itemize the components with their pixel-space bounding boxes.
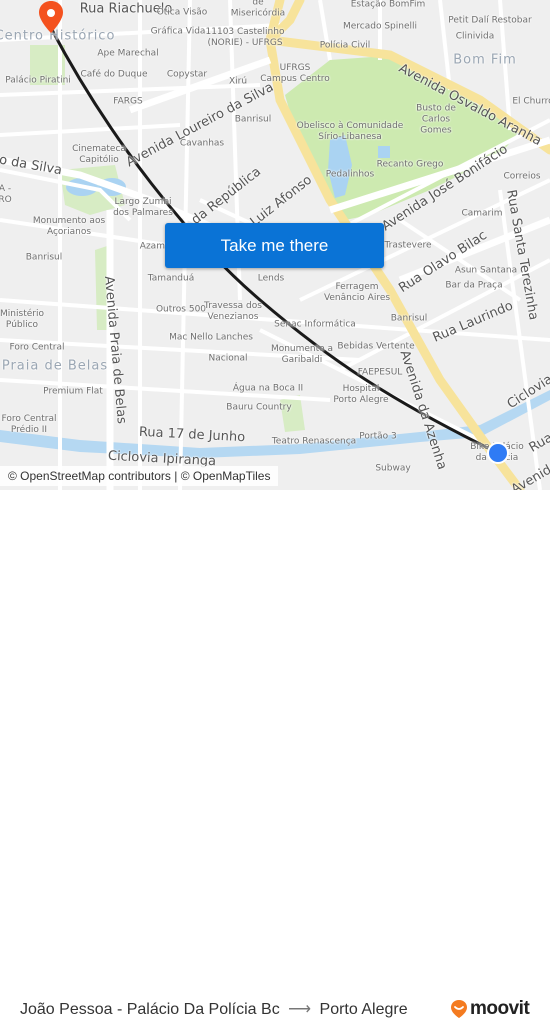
place-label: Cavanhas <box>179 138 225 149</box>
place-label: Ferragem Venâncio Aires <box>323 282 391 303</box>
place-label: Teatro Renascença <box>271 436 357 447</box>
place-label: FARGS <box>113 96 143 107</box>
place-label: Banrisul <box>390 313 428 324</box>
place-label: Mercado Spinelli <box>342 21 418 32</box>
map-view[interactable]: Rua Riachuelo Avenida Osvaldo Aranha Ave… <box>0 0 550 490</box>
place-label: Água na Boca II <box>232 383 304 394</box>
park-garibaldi <box>280 395 305 432</box>
place-label: Mac Nello Lanches <box>169 332 253 343</box>
route-origin: João Pessoa - Palácio Da Polícia Bc <box>20 1001 280 1018</box>
place-label: Lends <box>257 273 285 284</box>
route-destination: Porto Alegre <box>319 1001 408 1018</box>
district-label: Bom Fim <box>453 52 517 68</box>
destination-pin-icon[interactable] <box>38 0 64 34</box>
place-label: A - RO <box>0 184 12 205</box>
place-label: Recanto Grego <box>376 159 444 170</box>
place-label: FAEPESUL <box>357 367 403 378</box>
place-label: Obelisco à Comunidade Sírio-Libanesa <box>296 121 404 142</box>
place-label: Café do Duque <box>80 69 148 80</box>
place-label: UFRGS Campus Centro <box>260 63 330 84</box>
place-label: Monumento a Garibaldi <box>270 344 334 365</box>
route-title: João Pessoa - Palácio Da Polícia Bc ⟶ Po… <box>20 999 408 1019</box>
take-me-there-button[interactable]: Take me there <box>165 223 384 268</box>
place-label: Polícia Civil <box>319 40 371 51</box>
place-label: Tamanduá <box>147 273 195 284</box>
place-label: Banrisul <box>234 114 272 125</box>
origin-location-dot[interactable] <box>487 442 509 464</box>
place-label: Pedalinhos <box>325 169 375 180</box>
place-label: Palácio Piratini <box>5 75 71 86</box>
place-label: Bar da Praça <box>445 280 503 291</box>
place-label: Premium Flat <box>43 386 103 397</box>
place-label: Senac Informática <box>274 319 356 330</box>
place-label: Xirú <box>228 76 248 87</box>
place-label: Nacional <box>208 353 248 364</box>
place-label: Largo Zumbi dos Palmares <box>113 197 173 218</box>
place-label: Bauru Country <box>226 402 292 413</box>
place-label: Portão 3 <box>359 431 397 442</box>
map-attribution[interactable]: © OpenStreetMap contributors | © OpenMap… <box>0 466 279 486</box>
place-label: Correios <box>503 171 541 182</box>
place-label: 11103 Castelinho (NORIE) - UFRGS <box>205 27 285 48</box>
place-label: Gráfica Vida <box>150 26 206 37</box>
place-label: Monumento aos Açorianos <box>32 216 106 237</box>
place-label: Foro Central <box>9 342 65 353</box>
place-label: Banrisul <box>25 252 63 263</box>
moovit-wordmark: moovit <box>470 998 530 1019</box>
place-label: Cinemateca Capitólio <box>72 144 126 165</box>
place-label: Hospital Porto Alegre <box>333 384 389 405</box>
moovit-pin-icon <box>451 1000 467 1018</box>
place-label: Estação BomFim <box>350 0 426 10</box>
place-label: Petit Dalí Restobar <box>448 15 532 26</box>
footer-bar: João Pessoa - Palácio Da Polícia Bc ⟶ Po… <box>0 490 550 1019</box>
moovit-logo[interactable]: moovit <box>450 998 530 1020</box>
place-label: Busto de Carlos Gomes <box>416 103 456 136</box>
place-label: Ape Marechal <box>97 48 159 59</box>
place-label: Foro Central Prédio II <box>1 414 57 435</box>
place-label: Subway <box>375 463 411 474</box>
place-label: Santa Casa de Misericórdia <box>230 0 286 19</box>
place-label: Clinivida <box>455 31 495 42</box>
place-label: Camarim <box>461 208 503 219</box>
district-label: Praia de Belas <box>1 358 109 374</box>
place-label: Trastevere <box>384 240 432 251</box>
arrow-right-icon: ⟶ <box>288 1001 312 1018</box>
place-label: Asun Santana <box>454 265 518 276</box>
place-label: Travessa dos Venezianos <box>204 301 262 322</box>
place-label: El Churro <box>512 96 550 107</box>
pond <box>378 146 390 158</box>
place-label: Ministério Público <box>0 309 44 330</box>
place-label: Copystar <box>166 69 208 80</box>
place-label: Bebidas Vertente <box>337 341 415 352</box>
place-label: Ótica Visão <box>156 7 208 18</box>
